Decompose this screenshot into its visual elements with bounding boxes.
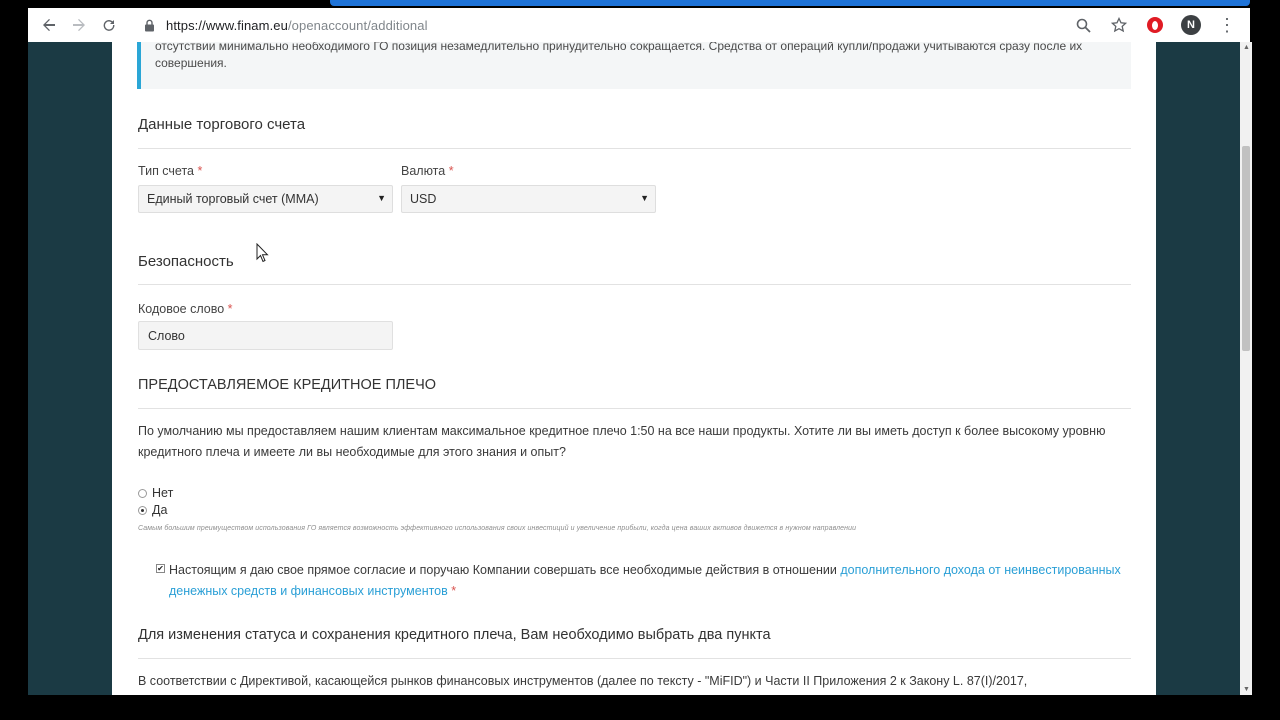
account-type-select[interactable]: Единый торговый счет (ММА) ▼ — [138, 185, 393, 213]
currency-label-text: Валюта — [401, 164, 446, 178]
codeword-label-text: Кодовое слово — [138, 302, 225, 316]
page-scrollbar[interactable]: ▲ ▼ — [1240, 42, 1252, 695]
info-notice: отсутствии минимально необходимого ГО по… — [137, 42, 1131, 89]
trading-account-title: Данные торгового счета — [138, 116, 306, 133]
lock-icon — [142, 18, 156, 32]
scroll-up-icon[interactable]: ▲ — [1243, 44, 1250, 51]
status-change-text: В соответствии с Директивой, касающейся … — [138, 674, 1028, 688]
star-icon — [1111, 17, 1127, 33]
screen: https://www.finam.eu/openaccount/additio… — [0, 0, 1280, 720]
forward-button[interactable] — [64, 10, 94, 40]
scroll-thumb[interactable] — [1242, 146, 1250, 351]
account-type-label-text: Тип счета — [138, 164, 195, 178]
radio-yes[interactable]: Да — [138, 503, 167, 517]
consent-label: Настоящим я даю свое прямое согласие и п… — [169, 563, 841, 577]
codeword-input[interactable]: Слово — [138, 321, 393, 350]
leverage-hint: Самым большим преимуществом использовани… — [138, 525, 857, 532]
form-page: отсутствии минимально необходимого ГО по… — [112, 42, 1156, 695]
reload-icon — [103, 20, 115, 31]
leverage-title: ПРЕДОСТАВЛЯЕМОЕ КРЕДИТНОЕ ПЛЕЧО — [138, 377, 437, 393]
avatar: N — [1181, 15, 1201, 35]
currency-label: Валюта * — [401, 164, 454, 178]
radio-button[interactable] — [138, 505, 147, 515]
radio-no[interactable]: Нет — [138, 486, 173, 500]
zoom-button[interactable] — [1068, 10, 1098, 40]
divider — [138, 408, 1131, 409]
reload-button[interactable] — [94, 10, 124, 40]
consent-text: Настоящим я даю свое прямое согласие и п… — [156, 560, 1131, 602]
radio-button[interactable] — [138, 488, 147, 498]
tab-strip-accent — [330, 0, 1250, 6]
account-type-value: Единый торговый счет (ММА) — [147, 192, 319, 206]
currency-value: USD — [410, 192, 437, 206]
mouse-pointer-icon — [256, 243, 269, 263]
divider — [138, 148, 1131, 149]
opera-icon — [1147, 17, 1163, 33]
caret-down-icon: ▼ — [640, 193, 649, 203]
bookmark-button[interactable] — [1104, 10, 1134, 40]
address-bar[interactable]: https://www.finam.eu/openaccount/additio… — [132, 10, 1068, 40]
url-host: https://www.finam.eu — [166, 17, 288, 33]
kebab-icon: ⋮ — [1218, 15, 1236, 35]
divider — [138, 284, 1131, 285]
divider — [138, 658, 1131, 659]
browser-toolbar: https://www.finam.eu/openaccount/additio… — [28, 8, 1250, 42]
currency-select[interactable]: USD ▼ — [401, 185, 656, 213]
profile-button[interactable]: N — [1176, 10, 1206, 40]
toolbar-right-icons: N ⋮ — [1068, 10, 1250, 40]
search-icon — [1076, 18, 1091, 33]
url-text: https://www.finam.eu/openaccount/additio… — [166, 18, 428, 33]
menu-button[interactable]: ⋮ — [1212, 10, 1242, 40]
radio-yes-label: Да — [152, 503, 168, 517]
arrow-left-icon — [43, 19, 55, 31]
security-title: Безопасность — [138, 253, 234, 270]
radio-no-label: Нет — [152, 486, 174, 500]
required-mark: * — [451, 584, 457, 598]
url-path: /openaccount/additional — [287, 17, 428, 33]
leverage-question: По умолчанию мы предоставляем нашим клие… — [138, 424, 1106, 459]
required-mark: * — [448, 164, 454, 178]
scroll-down-icon[interactable]: ▼ — [1243, 686, 1250, 693]
back-button[interactable] — [34, 10, 64, 40]
caret-down-icon: ▼ — [377, 193, 386, 203]
required-mark: * — [227, 302, 233, 316]
extension-button[interactable] — [1140, 10, 1170, 40]
page-viewport: отсутствии минимально необходимого ГО по… — [28, 42, 1250, 695]
required-mark: * — [197, 164, 203, 178]
notice-text: отсутствии минимально необходимого ГО по… — [155, 42, 1083, 70]
codeword-label: Кодовое слово * — [138, 302, 233, 316]
codeword-value: Слово — [148, 328, 185, 343]
bottom-letterbox — [0, 695, 1280, 720]
arrow-right-icon — [73, 19, 85, 31]
account-type-label: Тип счета * — [138, 164, 202, 178]
status-change-title: Для изменения статуса и сохранения креди… — [138, 627, 771, 643]
